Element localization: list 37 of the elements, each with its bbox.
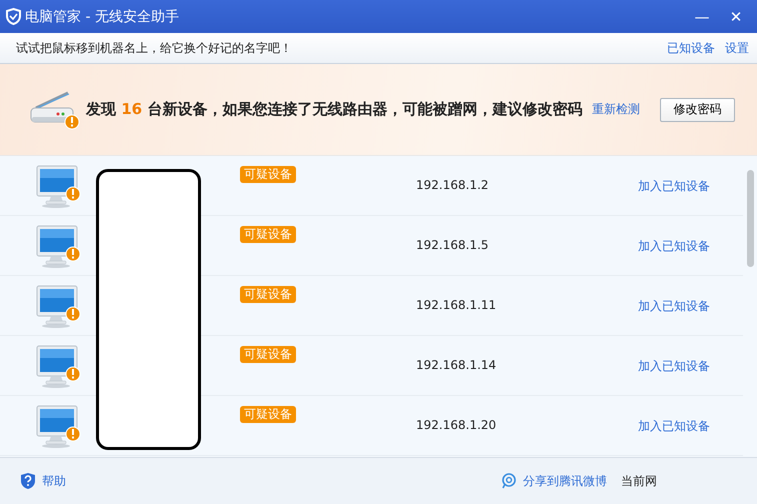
- monitor-warning-icon: [36, 225, 82, 269]
- change-password-button[interactable]: 修改密码: [660, 98, 735, 122]
- help-icon[interactable]: [20, 472, 36, 490]
- suspicious-tag: 可疑设备: [240, 226, 296, 243]
- add-known-device-link[interactable]: 加入已知设备: [638, 358, 710, 375]
- suspicious-tag: 可疑设备: [240, 286, 296, 303]
- add-known-device-link[interactable]: 加入已知设备: [638, 178, 710, 195]
- monitor-warning-icon: [36, 165, 82, 209]
- window-title: 电脑管家 - 无线安全助手: [25, 8, 180, 26]
- network-status: 当前网: [621, 472, 657, 490]
- suspicious-tag: 可疑设备: [240, 346, 296, 363]
- ip-address: 192.168.1.11: [416, 298, 496, 312]
- add-known-device-link[interactable]: 加入已知设备: [638, 418, 710, 435]
- suspicious-tag: 可疑设备: [240, 406, 296, 423]
- minimize-button[interactable]: —: [687, 8, 717, 26]
- monitor-warning-icon: [36, 285, 82, 329]
- monitor-warning-icon: [36, 345, 82, 389]
- alert-message: 发现 16 台新设备，如果您连接了无线路由器，可能被蹭网，建议修改密码: [86, 100, 584, 119]
- close-button[interactable]: ✕: [721, 8, 751, 26]
- ip-address: 192.168.1.2: [416, 178, 489, 192]
- router-warning-icon: [28, 90, 80, 130]
- help-link[interactable]: 帮助: [42, 472, 66, 490]
- suspicious-tag: 可疑设备: [240, 166, 296, 183]
- rescan-link[interactable]: 重新检测: [592, 101, 640, 118]
- ip-address: 192.168.1.20: [416, 418, 496, 432]
- known-devices-link[interactable]: 已知设备: [667, 40, 715, 56]
- share-link[interactable]: 分享到腾讯微博: [523, 472, 607, 490]
- add-known-device-link[interactable]: 加入已知设备: [638, 238, 710, 255]
- share-icon[interactable]: [501, 473, 517, 489]
- add-known-device-link[interactable]: 加入已知设备: [638, 298, 710, 315]
- shield-icon: [6, 8, 21, 25]
- scrollbar-thumb[interactable]: [747, 170, 754, 267]
- ip-address: 192.168.1.5: [416, 238, 489, 252]
- monitor-warning-icon: [36, 405, 82, 449]
- ip-address: 192.168.1.14: [416, 358, 496, 372]
- tip-text: 试试把鼠标移到机器名上，给它换个好记的名字吧！: [16, 40, 293, 56]
- settings-link[interactable]: 设置: [725, 40, 749, 56]
